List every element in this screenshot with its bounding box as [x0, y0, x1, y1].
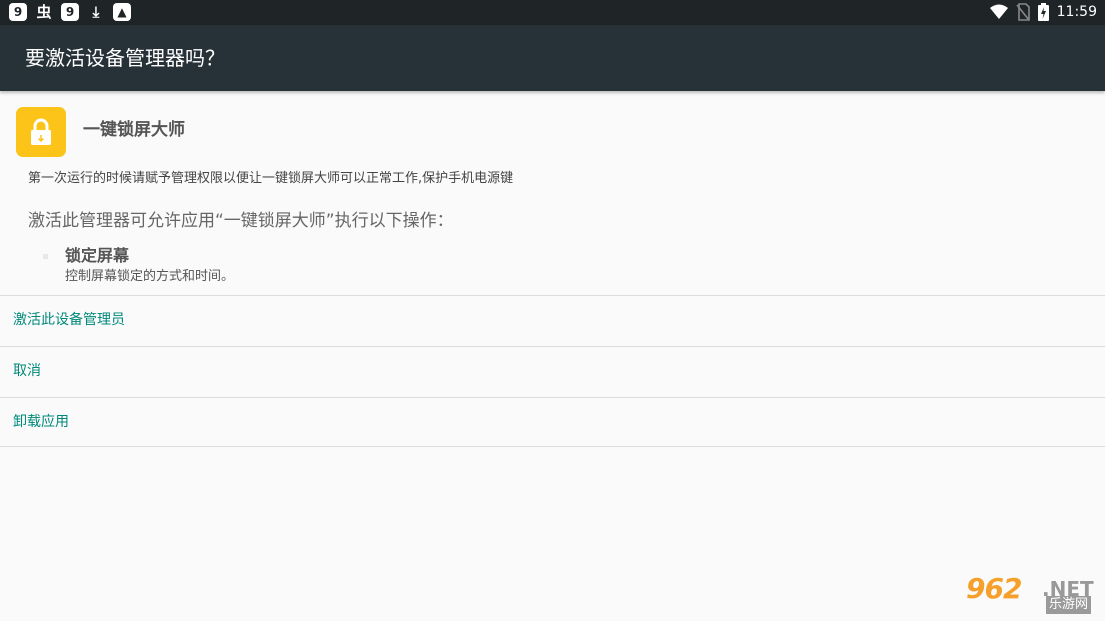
watermark-sub: 乐游网 [1046, 596, 1092, 614]
site-watermark: 962 .NET 乐游网 [966, 574, 1099, 616]
activate-device-admin-button[interactable]: 激活此设备管理员 [0, 295, 1105, 345]
app-description: 第一次运行的时候请赋予管理权限以便让一键锁屏大师可以正常工作,保护手机电源键 [28, 171, 514, 186]
no-sim-icon [1016, 3, 1030, 21]
status-bar: 9 虫 9 ⤓ ▲ 11:59 [0, 0, 1105, 25]
watermark-brand: 962 [966, 572, 1022, 605]
policy-bullet [43, 254, 48, 259]
uninstall-label: 卸载应用 [13, 414, 69, 430]
app-9-icon: 9 [61, 3, 79, 21]
wifi-icon [989, 4, 1008, 19]
dialog-title: 要激活设备管理器吗？ [25, 46, 225, 70]
app-name: 一键锁屏大师 [83, 120, 185, 140]
cancel-label: 取消 [13, 363, 41, 379]
battery-charging-icon [1037, 3, 1049, 21]
bug-icon: 虫 [36, 3, 52, 21]
dialog-title-bar: 要激活设备管理器吗？ [0, 25, 1105, 91]
app-9-icon: 9 [9, 3, 27, 21]
policy-name: 锁定屏幕 [65, 246, 130, 265]
clock: 11:59 [1056, 4, 1097, 20]
policy-description: 控制屏幕锁定的方式和时间。 [65, 269, 235, 284]
lock-icon [16, 107, 66, 157]
uninstall-app-button[interactable]: 卸载应用 [0, 397, 1105, 447]
photo-icon: ▲ [113, 3, 131, 21]
system-icons: 11:59 [989, 3, 1097, 21]
download-icon: ⤓ [92, 3, 100, 21]
notification-icons: 9 虫 9 ⤓ ▲ [9, 3, 131, 21]
policy-heading: 激活此管理器可允许应用“一键锁屏大师”执行以下操作： [28, 211, 454, 231]
activate-label: 激活此设备管理员 [13, 312, 125, 328]
cancel-button[interactable]: 取消 [0, 346, 1105, 396]
